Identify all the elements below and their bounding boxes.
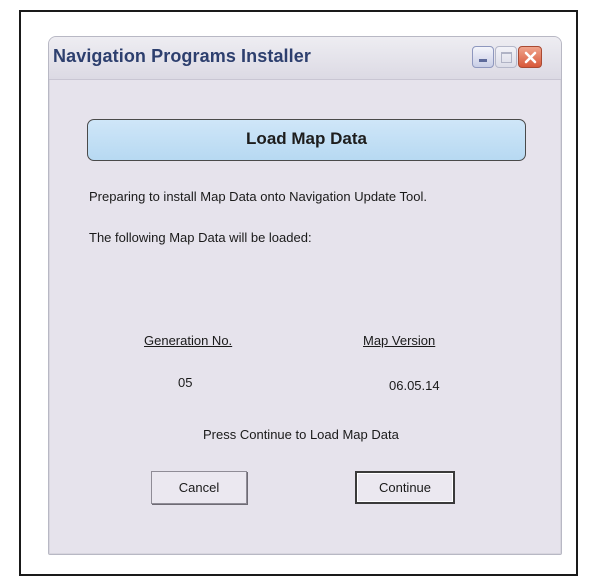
instruction-text: Press Continue to Load Map Data: [203, 427, 399, 442]
close-x-glyph: [524, 51, 537, 64]
close-icon[interactable]: [518, 46, 542, 68]
generation-value: 05: [178, 375, 193, 390]
intro-line-2: The following Map Data will be loaded:: [89, 230, 312, 245]
generation-header: Generation No.: [144, 333, 233, 348]
intro-line-1: Preparing to install Map Data onto Navig…: [89, 189, 427, 204]
minimize-icon[interactable]: [472, 46, 494, 68]
continue-button[interactable]: Continue: [355, 471, 455, 504]
dialog-heading: Load Map Data: [246, 129, 367, 148]
map-version-value: 06.05.14: [389, 378, 440, 393]
map-version-header: Map Version: [363, 333, 436, 348]
window-title: Navigation Programs Installer: [53, 46, 311, 66]
cancel-button[interactable]: Cancel: [151, 471, 247, 504]
maximize-icon[interactable]: [495, 46, 517, 68]
title-bar: Navigation Programs Installer: [49, 37, 561, 80]
installer-window: Navigation Programs Installer Load Map D…: [48, 36, 562, 555]
dialog-heading-box: Load Map Data: [87, 119, 526, 161]
